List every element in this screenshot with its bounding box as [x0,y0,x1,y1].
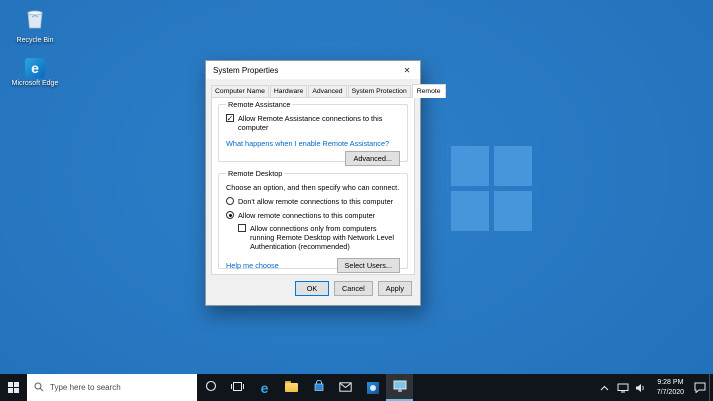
tray-volume-icon[interactable] [632,374,650,401]
search-icon [34,379,44,397]
task-view-button[interactable] [224,374,251,401]
system-monitor-icon [393,379,407,397]
tab-computer-name[interactable]: Computer Name [211,85,269,97]
nla-checkbox[interactable]: ✓ Allow connections only from computers … [238,224,400,251]
cortana-icon [205,379,217,397]
cortana-button[interactable] [197,374,224,401]
desktop-icon-label: Microsoft Edge [11,80,59,87]
desktop-icon-recycle-bin[interactable]: Recycle Bin [6,6,64,46]
system-tray: 9:28 PM 7/7/2020 [596,374,713,401]
help-me-choose-link[interactable]: Help me choose [226,261,279,270]
remote-assistance-checkbox[interactable]: ✓ Allow Remote Assistance connections to… [226,114,400,132]
desktop-icon-edge[interactable]: e Microsoft Edge [6,58,64,89]
group-label: Remote Desktop [226,169,285,178]
radio-label: Don't allow remote connections to this c… [238,197,394,206]
tab-hardware[interactable]: Hardware [269,85,308,97]
search-placeholder: Type here to search [50,383,121,392]
tab-remote[interactable]: Remote [411,84,446,98]
remote-desktop-description: Choose an option, and then specify who c… [226,183,400,192]
taskbar-clock[interactable]: 9:28 PM 7/7/2020 [650,374,691,401]
remote-tab-panel: Remote Assistance ✓ Allow Remote Assista… [211,97,415,275]
desktop-icon-label: Recycle Bin [16,37,54,44]
close-icon[interactable]: ✕ [394,61,420,79]
remote-desktop-group: Remote Desktop Choose an option, and the… [218,169,408,273]
taskbar-system-properties-icon[interactable] [386,374,413,401]
checkbox-icon: ✓ [226,114,234,122]
remote-assistance-group: Remote Assistance ✓ Allow Remote Assista… [218,100,408,167]
tab-system-protection[interactable]: System Protection [347,85,411,97]
store-bag-icon [313,379,325,397]
ok-button[interactable]: OK [295,281,330,296]
recycle-bin-icon [24,6,46,35]
dialog-title: System Properties [213,65,279,75]
dialog-titlebar[interactable]: System Properties ✕ [206,61,420,79]
remote-assistance-help-link[interactable]: What happens when I enable Remote Assist… [226,139,389,148]
folder-icon [285,381,298,392]
system-properties-dialog: System Properties ✕ Computer Name Hardwa… [205,60,446,306]
task-view-icon [231,379,244,397]
tray-chevron-up-icon[interactable] [596,374,614,401]
apply-button[interactable]: Apply [377,281,412,296]
edge-icon: e [25,58,45,78]
start-button[interactable] [0,374,27,401]
desktop: Recycle Bin e Microsoft Edge System Prop… [0,0,713,401]
radio-label: Allow remote connections to this compute… [238,211,376,221]
check-icon: ✓ [226,113,234,123]
taskbar-photos-icon[interactable] [359,374,386,401]
taskbar-edge-icon[interactable]: e [251,374,278,401]
tray-network-icon[interactable] [614,374,632,401]
checkbox-icon: ✓ [238,224,246,233]
clock-time: 9:28 PM [657,379,684,387]
remote-desktop-footer-row: Help me choose Select Users... [226,257,400,273]
tab-advanced[interactable]: Advanced [308,85,347,97]
photos-icon [366,381,379,394]
taskbar-store-icon[interactable] [305,374,332,401]
tabstrip: Computer Name Hardware Advanced System P… [206,79,446,98]
select-users-button[interactable]: Select Users... [336,257,400,273]
radio-icon [226,211,234,220]
taskbar-file-explorer-icon[interactable] [278,374,305,401]
radio-dont-allow-remote[interactable]: Don't allow remote connections to this c… [226,197,400,206]
action-center-icon[interactable] [691,374,709,401]
taskbar-search[interactable]: Type here to search [27,374,197,401]
windows-wallpaper-logo [451,146,532,231]
radio-icon [226,197,234,205]
checkbox-label: Allow connections only from computers ru… [250,224,394,252]
dialog-footer: OK Cancel Apply [206,275,420,296]
windows-start-icon [8,382,19,393]
cancel-button[interactable]: Cancel [334,281,373,296]
edge-icon: e [260,379,269,396]
mail-envelope-icon [339,379,352,397]
checkbox-label: Allow Remote Assistance connections to t… [238,114,383,133]
clock-date: 7/7/2020 [656,388,684,396]
taskbar-mail-icon[interactable] [332,374,359,401]
group-label: Remote Assistance [226,100,293,109]
advanced-button-row: Advanced... [226,151,400,167]
taskbar: Type here to search e 9:28 PM 7/7/2020 [0,374,713,401]
show-desktop-button[interactable] [709,374,713,401]
radio-allow-remote[interactable]: Allow remote connections to this compute… [226,211,400,220]
advanced-button[interactable]: Advanced... [345,151,400,167]
